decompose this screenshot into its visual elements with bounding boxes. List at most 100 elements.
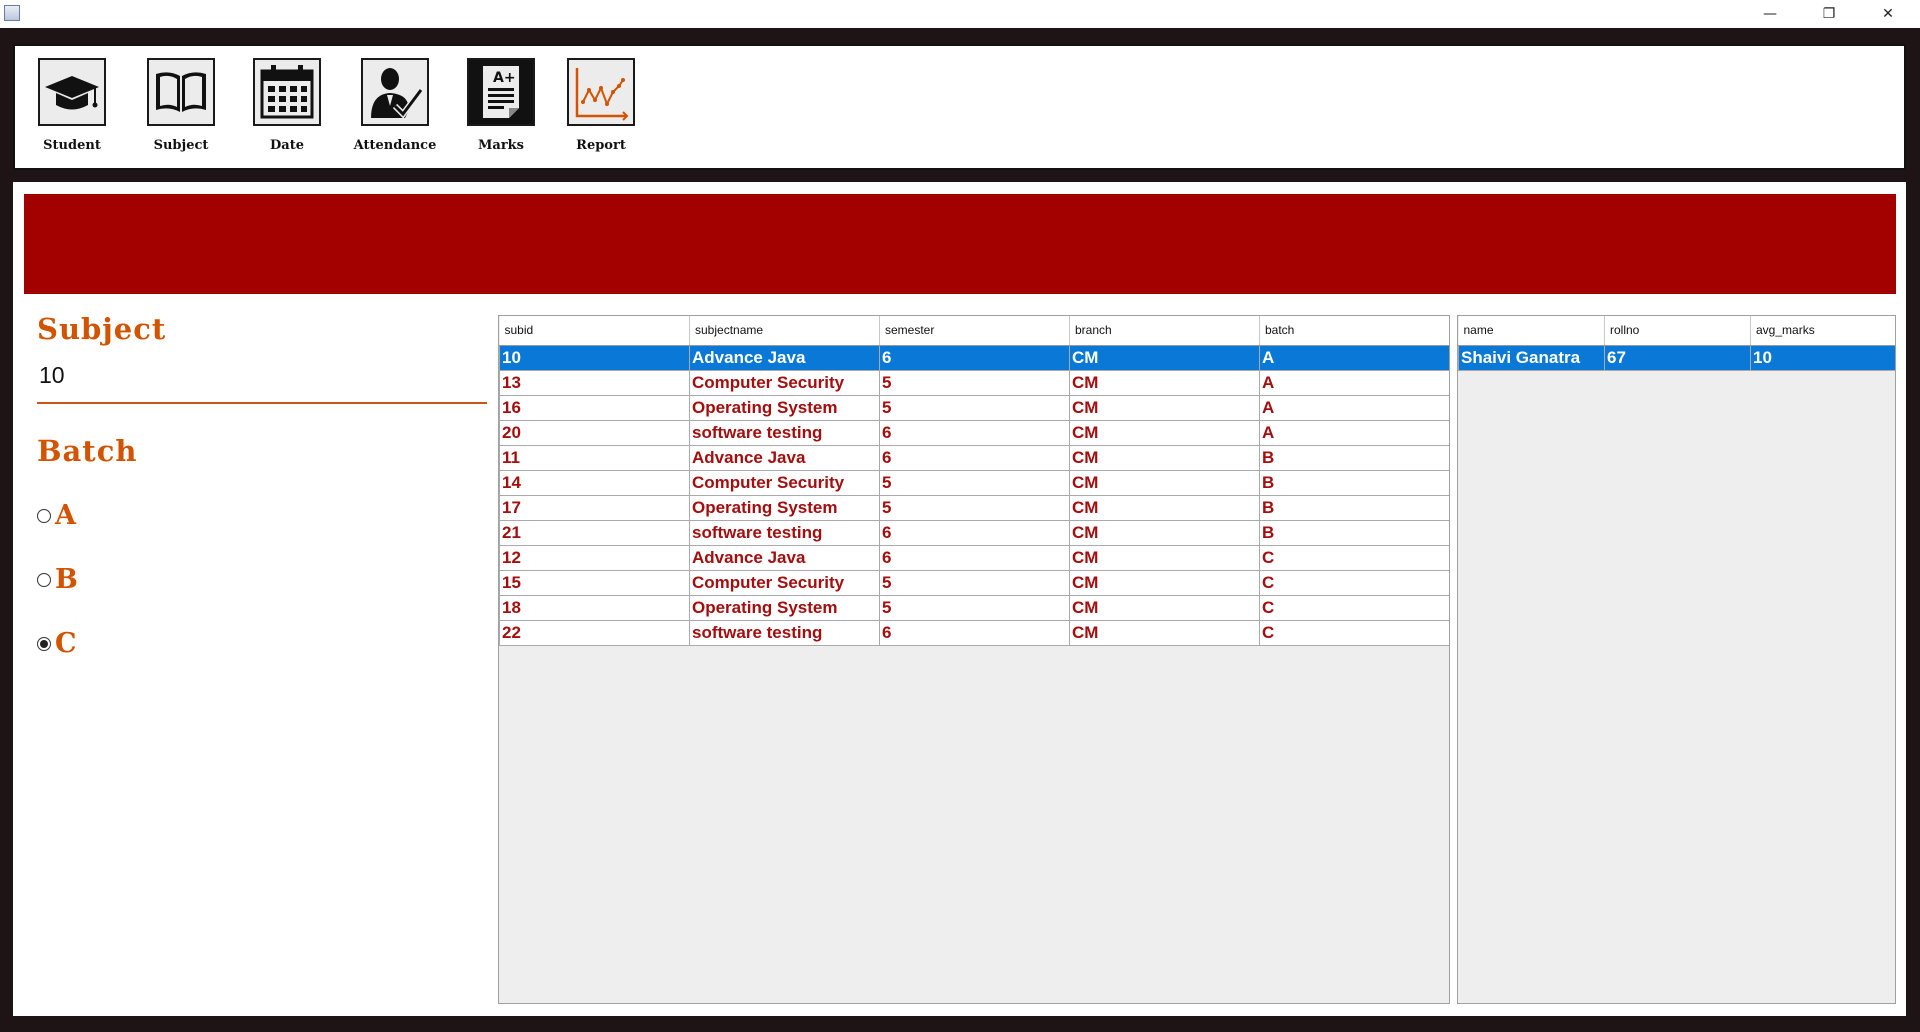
restore-button[interactable]: ❐: [1800, 0, 1858, 28]
date-button[interactable]: Date: [237, 58, 337, 153]
subject-cell-semester[interactable]: 6: [879, 419, 1070, 446]
subject-cell-subid[interactable]: 18: [499, 594, 690, 621]
subject-cell-batch[interactable]: C: [1259, 619, 1449, 646]
subject-cell-subjectname[interactable]: Advance Java: [689, 444, 880, 471]
subject-table-row[interactable]: 12 Advance Java 6 CM C: [499, 544, 1449, 571]
attendance-button[interactable]: Attendance: [345, 58, 445, 153]
subject-cell-branch[interactable]: CM: [1069, 469, 1260, 496]
subject-table-row[interactable]: 13 Computer Security 5 CM A: [499, 369, 1449, 396]
subject-cell-semester[interactable]: 6: [879, 444, 1070, 471]
subject-table-row[interactable]: 14 Computer Security 5 CM B: [499, 469, 1449, 496]
subject-cell-subjectname[interactable]: Advance Java: [689, 544, 880, 571]
subject-cell-branch[interactable]: CM: [1069, 594, 1260, 621]
student-column-header[interactable]: rollno: [1604, 316, 1751, 346]
subject-table-row[interactable]: 10 Advance Java 6 CM A: [499, 344, 1449, 371]
subject-cell-semester[interactable]: 5: [879, 469, 1070, 496]
subject-cell-batch[interactable]: A: [1259, 369, 1449, 396]
report-button[interactable]: Report: [551, 58, 651, 153]
subject-button[interactable]: Subject: [131, 58, 231, 153]
subject-cell-semester[interactable]: 5: [879, 594, 1070, 621]
batch-radio-b[interactable]: B: [37, 564, 487, 595]
subject-cell-subjectname[interactable]: software testing: [689, 619, 880, 646]
subject-cell-subjectname[interactable]: Operating System: [689, 394, 880, 421]
subject-cell-subid[interactable]: 16: [499, 394, 690, 421]
subject-table-row[interactable]: 15 Computer Security 5 CM C: [499, 569, 1449, 596]
subject-cell-subjectname[interactable]: Operating System: [689, 594, 880, 621]
student-button[interactable]: Student: [22, 58, 122, 153]
subject-cell-subjectname[interactable]: software testing: [689, 519, 880, 546]
subject-cell-subjectname[interactable]: Computer Security: [689, 369, 880, 396]
subject-cell-subid[interactable]: 12: [499, 544, 690, 571]
subject-cell-semester[interactable]: 6: [879, 619, 1070, 646]
subject-cell-batch[interactable]: B: [1259, 469, 1449, 496]
subject-cell-subjectname[interactable]: Computer Security: [689, 569, 880, 596]
subject-cell-branch[interactable]: CM: [1069, 519, 1260, 546]
subject-column-header[interactable]: subjectname: [689, 316, 880, 346]
subject-cell-batch[interactable]: C: [1259, 569, 1449, 596]
subject-cell-batch[interactable]: A: [1259, 344, 1449, 371]
subject-cell-branch[interactable]: CM: [1069, 544, 1260, 571]
subject-table-row[interactable]: 21 software testing 6 CM B: [499, 519, 1449, 546]
radio-button[interactable]: [37, 508, 51, 523]
subject-cell-semester[interactable]: 5: [879, 494, 1070, 521]
subject-cell-subid[interactable]: 21: [499, 519, 690, 546]
subject-cell-branch[interactable]: CM: [1069, 419, 1260, 446]
subject-cell-branch[interactable]: CM: [1069, 494, 1260, 521]
subject-table-row[interactable]: 17 Operating System 5 CM B: [499, 494, 1449, 521]
student-cell-name[interactable]: Shaivi Ganatra: [1458, 344, 1605, 371]
subject-cell-subjectname[interactable]: Computer Security: [689, 469, 880, 496]
radio-button[interactable]: [37, 636, 51, 651]
subject-cell-subid[interactable]: 14: [499, 469, 690, 496]
subject-table-row[interactable]: 18 Operating System 5 CM C: [499, 594, 1449, 621]
subject-cell-branch[interactable]: CM: [1069, 369, 1260, 396]
subject-column-header[interactable]: batch: [1259, 316, 1449, 346]
student-cell-avg_marks[interactable]: 10: [1750, 344, 1895, 371]
student-column-header[interactable]: name: [1458, 316, 1605, 346]
subject-cell-subid[interactable]: 13: [499, 369, 690, 396]
subject-cell-semester[interactable]: 5: [879, 369, 1070, 396]
subject-cell-batch[interactable]: C: [1259, 544, 1449, 571]
close-button[interactable]: ✕: [1859, 0, 1917, 28]
subject-id-field[interactable]: 10: [37, 362, 487, 389]
subject-cell-subid[interactable]: 20: [499, 419, 690, 446]
subject-cell-subid[interactable]: 15: [499, 569, 690, 596]
subject-table-row[interactable]: 11 Advance Java 6 CM B: [499, 444, 1449, 471]
subject-cell-subid[interactable]: 17: [499, 494, 690, 521]
subject-cell-branch[interactable]: CM: [1069, 344, 1260, 371]
subject-cell-branch[interactable]: CM: [1069, 569, 1260, 596]
subject-cell-subid[interactable]: 22: [499, 619, 690, 646]
subject-table-row[interactable]: 20 software testing 6 CM A: [499, 419, 1449, 446]
subject-cell-semester[interactable]: 6: [879, 544, 1070, 571]
subject-table-row[interactable]: 22 software testing 6 CM C: [499, 619, 1449, 646]
subject-cell-batch[interactable]: B: [1259, 519, 1449, 546]
subject-column-header[interactable]: subid: [499, 316, 690, 346]
student-cell-rollno[interactable]: 67: [1604, 344, 1751, 371]
subject-cell-batch[interactable]: B: [1259, 444, 1449, 471]
subject-cell-branch[interactable]: CM: [1069, 394, 1260, 421]
subject-cell-subjectname[interactable]: Operating System: [689, 494, 880, 521]
subject-cell-subjectname[interactable]: Advance Java: [689, 344, 880, 371]
subject-cell-semester[interactable]: 5: [879, 569, 1070, 596]
subject-table-row[interactable]: 16 Operating System 5 CM A: [499, 394, 1449, 421]
subject-cell-batch[interactable]: A: [1259, 419, 1449, 446]
subject-cell-branch[interactable]: CM: [1069, 444, 1260, 471]
subject-cell-subjectname[interactable]: software testing: [689, 419, 880, 446]
batch-radio-a[interactable]: A: [37, 500, 487, 531]
subject-cell-batch[interactable]: B: [1259, 494, 1449, 521]
subject-cell-batch[interactable]: A: [1259, 394, 1449, 421]
batch-radio-c[interactable]: C: [37, 628, 487, 659]
minimize-button[interactable]: —: [1741, 0, 1799, 28]
student-column-header[interactable]: avg_marks: [1750, 316, 1895, 346]
marks-button[interactable]: A+ Marks: [451, 58, 551, 153]
subject-column-header[interactable]: semester: [879, 316, 1070, 346]
radio-button[interactable]: [37, 572, 51, 587]
subject-cell-branch[interactable]: CM: [1069, 619, 1260, 646]
subject-cell-semester[interactable]: 5: [879, 394, 1070, 421]
subject-cell-subid[interactable]: 11: [499, 444, 690, 471]
subject-cell-subid[interactable]: 10: [499, 344, 690, 371]
subject-cell-semester[interactable]: 6: [879, 519, 1070, 546]
subject-cell-batch[interactable]: C: [1259, 594, 1449, 621]
subject-cell-semester[interactable]: 6: [879, 344, 1070, 371]
student-table-row[interactable]: Shaivi Ganatra 67 10: [1458, 344, 1895, 371]
subject-column-header[interactable]: branch: [1069, 316, 1260, 346]
